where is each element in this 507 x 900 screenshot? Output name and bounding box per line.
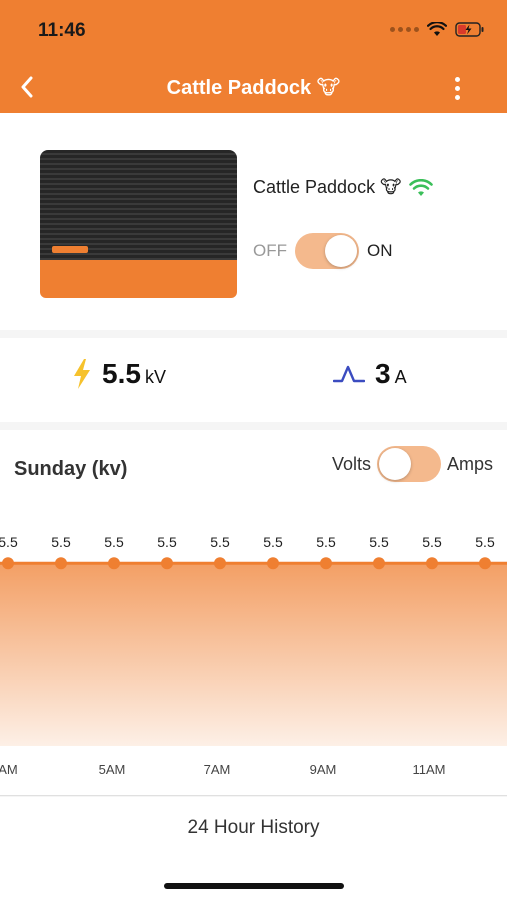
- status-bar: 11:46: [0, 0, 507, 60]
- chart-point[interactable]: [373, 557, 385, 570]
- device-name: Cattle Paddock 🐮: [253, 177, 402, 197]
- history-link[interactable]: 24 Hour History: [0, 817, 507, 839]
- power-toggle-row: OFF ON: [253, 233, 393, 269]
- more-options-button[interactable]: [447, 74, 467, 102]
- power-off-label: OFF: [253, 241, 287, 260]
- chart-point[interactable]: [2, 557, 14, 570]
- page-title: Cattle Paddock 🐮: [166, 77, 341, 99]
- voltage-area-chart: 5.5 5.5 5.5 5.5 5.5 5.5 5.5 5.5 5.5 5.5 AM 5AM 7AM 9A…: [0, 534, 507, 796]
- chart-point[interactable]: [479, 557, 491, 570]
- home-indicator: [164, 883, 344, 889]
- wifi-connected-icon: [409, 178, 434, 196]
- chart-data-label: 5.5: [369, 534, 389, 550]
- chart-point[interactable]: [320, 557, 332, 570]
- chart-point[interactable]: [214, 557, 226, 570]
- metrics-card: 5.5 kV 3 A: [0, 338, 507, 422]
- nav-bar: Cattle Paddock 🐮: [0, 64, 507, 110]
- chart-data-label: 5.5: [0, 534, 18, 550]
- chart-point[interactable]: [108, 557, 120, 570]
- x-axis-tick-label: AM: [0, 762, 18, 777]
- device-card: Cattle Paddock 🐮 OFF ON: [0, 113, 507, 330]
- more-dot-icon: [454, 94, 460, 100]
- more-dot-icon: [454, 76, 460, 82]
- chart-point[interactable]: [161, 557, 173, 570]
- voltage-value: 5.5: [102, 358, 141, 389]
- current-value: 3: [375, 358, 391, 389]
- chart-data-label: 5.5: [104, 534, 124, 550]
- cellular-signal-icon: [390, 27, 419, 32]
- app-header: 11:46 Cattle Paddock 🐮: [0, 0, 507, 113]
- chart-data-label: 5.5: [157, 534, 177, 550]
- device-name-row: Cattle Paddock 🐮: [253, 177, 434, 198]
- device-body: [40, 150, 237, 260]
- chart-point[interactable]: [267, 557, 279, 570]
- x-axis-tick-label: 9AM: [310, 762, 337, 777]
- status-time: 11:46: [38, 20, 86, 41]
- device-base: [40, 260, 237, 298]
- chart-data-label: 5.5: [51, 534, 71, 550]
- chart-data-label: 5.5: [316, 534, 336, 550]
- lightning-bolt-icon: [72, 358, 92, 390]
- chart-point[interactable]: [426, 557, 438, 570]
- toggle-knob: [325, 235, 357, 267]
- wifi-icon: [427, 22, 447, 36]
- x-axis-tick-label: 11AM: [413, 762, 446, 777]
- chart-data-label: 5.5: [475, 534, 495, 550]
- chart-data-label: 5.5: [210, 534, 230, 550]
- chart-data-label: 5.5: [263, 534, 283, 550]
- more-dot-icon: [454, 85, 460, 91]
- chart-point[interactable]: [55, 557, 67, 570]
- power-toggle[interactable]: [295, 233, 359, 269]
- energizer-device-image: [40, 150, 237, 298]
- x-axis-tick-label: 7AM: [204, 762, 231, 777]
- voltage-metric: 5.5 kV: [72, 358, 166, 390]
- brand-logo: [52, 246, 88, 253]
- history-bar: 24 Hour History: [0, 797, 507, 900]
- current-unit: A: [394, 367, 407, 387]
- chart-data-label: 5.5: [422, 534, 442, 550]
- battery-charging-icon: [455, 22, 484, 37]
- x-axis-tick-label: 5AM: [99, 762, 126, 777]
- pulse-wave-icon: [333, 363, 365, 385]
- status-icons: [390, 22, 485, 37]
- chart-card: Sunday (kv) Volts Amps 5.5 5.5 5.5 5.5 5.5 5.…: [0, 430, 507, 796]
- chart-area-fill: [0, 563, 507, 746]
- power-on-label: ON: [367, 241, 393, 260]
- voltage-unit: kV: [144, 367, 166, 387]
- current-metric: 3 A: [333, 358, 407, 390]
